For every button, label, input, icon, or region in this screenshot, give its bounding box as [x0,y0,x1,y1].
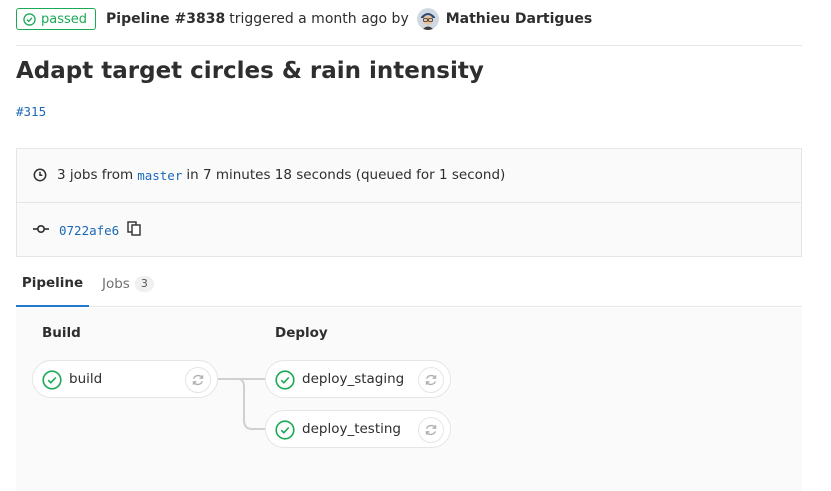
stage-title-build: Build [42,325,81,341]
jobs-count-text: 3 jobs from [57,167,134,183]
page-title: Adapt target circles & rain intensity [16,58,484,84]
avatar[interactable] [416,8,439,30]
pipeline-tabs: Pipeline Jobs 3 [16,260,802,307]
status-badge-passed[interactable]: passed [16,8,97,30]
pipeline-info-box: 3 jobs from master in 7 minutes 18 secon… [16,148,802,257]
success-icon [275,370,295,390]
job-name: deploy_testing [302,421,401,437]
check-circle-icon [23,12,36,26]
retry-button[interactable] [418,417,444,443]
merge-request-link[interactable]: #315 [16,104,46,119]
info-divider [17,202,801,203]
branch-link[interactable]: master [137,168,182,183]
commit-row: 0722afe6 [33,219,141,241]
trigger-text: triggered a month ago by [229,11,409,27]
tab-pipeline-label: Pipeline [21,274,84,291]
job-name: build [69,371,103,387]
tab-jobs-label: Jobs [102,275,130,292]
author-name[interactable]: Mathieu Dartigues [446,11,592,27]
job-deploy-testing[interactable]: deploy_testing [265,410,451,448]
pipeline-graph: Build Deploy build deploy_staging deploy… [16,308,802,491]
success-icon [275,420,295,440]
pipeline-summary: 3 jobs from master in 7 minutes 18 secon… [33,163,505,187]
pipeline-header: passed Pipeline #3838 triggered a month … [16,7,592,31]
pipeline-id: Pipeline #3838 [106,11,226,27]
tab-pipeline[interactable]: Pipeline [16,260,89,307]
job-deploy-staging[interactable]: deploy_staging [265,360,451,398]
status-label: passed [41,11,88,27]
duration-text: in 7 minutes 18 seconds (queued for 1 se… [186,167,506,183]
retry-button[interactable] [185,367,211,393]
retry-icon [425,374,437,386]
tab-jobs[interactable]: Jobs 3 [102,260,154,307]
commit-icon [33,221,49,240]
clock-icon [33,168,47,182]
retry-button[interactable] [418,367,444,393]
commit-sha-link[interactable]: 0722afe6 [59,223,119,238]
copy-icon[interactable] [127,220,141,240]
retry-icon [425,424,437,436]
retry-icon [192,374,204,386]
job-name: deploy_staging [302,371,405,387]
divider [16,45,802,46]
stage-title-deploy: Deploy [275,325,328,341]
job-build[interactable]: build [32,360,218,398]
jobs-count-badge: 3 [134,275,154,292]
success-icon [42,370,62,390]
stage-connector [216,378,266,430]
